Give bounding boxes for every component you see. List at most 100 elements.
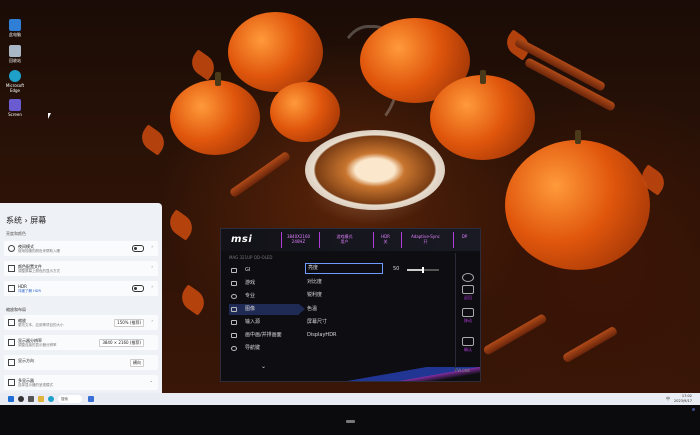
move-icon	[462, 308, 474, 317]
chevron-right-icon: ›	[151, 318, 153, 323]
osd-model-name: MAG 321UP QD-OLED	[229, 255, 273, 260]
resolution-select[interactable]: 3840 × 2160 (推荐)	[99, 339, 144, 347]
osd-status-line: 240HZ	[291, 239, 306, 244]
search-icon[interactable]	[18, 396, 24, 402]
cinnamon-stick	[482, 313, 548, 356]
taskbar: 搜索 中 17:02 2023/9/17	[0, 393, 700, 405]
osd-sub-screen-size[interactable]: 屏幕尺寸	[305, 317, 383, 328]
gi-icon	[231, 268, 237, 273]
osd-menu-label: 导航键	[245, 345, 261, 351]
multi-display-icon	[8, 379, 15, 386]
edge-icon	[9, 70, 21, 82]
brightness-value: 50	[393, 266, 400, 272]
osd-sub-color-temp[interactable]: 色温	[305, 304, 383, 315]
osd-sub-sharpness[interactable]: 锐利度	[305, 290, 383, 301]
task-view-icon[interactable]	[28, 396, 34, 402]
osd-sub-displayhdr[interactable]: DisplayHDR	[305, 330, 383, 341]
osd-status-line: 关	[383, 239, 388, 244]
osd-status-line: 开	[423, 239, 428, 244]
osd-status-resolution: 3840X2160 240HZ	[281, 232, 315, 248]
taskbar-clock[interactable]: 17:02 2023/9/17	[674, 394, 692, 404]
color-profile-icon	[8, 265, 15, 272]
pumpkin	[505, 140, 650, 270]
desktop-icon-screen[interactable]: Screen	[5, 99, 25, 117]
hdr-icon	[8, 285, 15, 292]
scale-icon	[8, 319, 15, 326]
osd-menu-image[interactable]: 图像	[229, 304, 305, 315]
scale-select[interactable]: 150% (推荐)	[114, 319, 144, 327]
desktop-icon-label: 回收站	[9, 58, 21, 63]
edge-icon[interactable]	[48, 396, 54, 402]
maple-leaf	[176, 284, 210, 316]
settings-row-multi-display[interactable]: 多显示器 选择显示器的呈现模式 ⌄	[4, 375, 158, 390]
osd-menu-label: 输入源	[245, 319, 261, 325]
osd-menu-navi-key[interactable]: 导航键	[229, 343, 299, 354]
brightness-slider-knob[interactable]	[422, 267, 424, 273]
settings-window: 系统 › 屏幕 亮度和颜色 夜间模式 使用较暖的颜色来帮助入睡 › 颜色配置文件…	[0, 203, 162, 395]
osd-menu-input-source[interactable]: 输入源	[229, 317, 299, 328]
osd-menu-label: 画中画/并排画面	[245, 332, 282, 338]
osd-status-game-mode: 游戏模式 用户	[319, 232, 369, 248]
osd-menu-label: 图像	[245, 306, 256, 312]
settings-row-night-light[interactable]: 夜间模式 使用较暖的颜色来帮助入睡 ›	[4, 241, 158, 256]
chevron-down-icon[interactable]: ⌄	[261, 363, 266, 370]
image-icon	[231, 307, 237, 312]
osd-status-line: 用户	[340, 239, 349, 244]
osd-sub-brightness[interactable]: 亮度	[305, 263, 383, 274]
gamepad-icon	[231, 281, 237, 286]
chevron-right-icon: ›	[151, 284, 153, 289]
monitor-bezel-logo	[346, 420, 355, 423]
hdr-toggle[interactable]	[132, 285, 144, 292]
settings-row-orientation[interactable]: 显示方向 横向	[4, 355, 158, 370]
osd-menu-gi[interactable]: GI	[229, 265, 299, 276]
settings-row-desc: 选择显示器的呈现模式	[18, 383, 53, 387]
osd-control-confirm[interactable]: 确认	[459, 337, 477, 353]
settings-row-desc: 更改文本、应用等项目的大小	[18, 323, 64, 327]
osd-menu-label: 游戏	[245, 280, 256, 286]
osd-divider	[455, 253, 456, 371]
osd-control-settings[interactable]	[459, 273, 477, 283]
maple-leaf	[136, 124, 170, 156]
osd-header: msi 3840X2160 240HZ 游戏模式 用户 HDR 关 Adapti…	[221, 229, 480, 251]
night-light-toggle[interactable]	[132, 245, 144, 252]
input-source-icon	[231, 320, 237, 325]
osd-menu-gaming[interactable]: 游戏	[229, 278, 299, 289]
back-icon	[462, 285, 474, 294]
pumpkin-stem	[480, 70, 486, 84]
osd-control-label: 确认	[464, 347, 472, 352]
computer-icon	[9, 19, 21, 31]
settings-row-desc[interactable]: 详细了解 HDR	[18, 289, 41, 294]
desktop-icon-edge[interactable]: Microsoft Edge	[5, 70, 25, 93]
osd-menu-professional[interactable]: 专业	[229, 291, 299, 302]
file-explorer-icon[interactable]	[38, 396, 44, 402]
settings-row-resolution[interactable]: 显示器分辨率 调整连接的显示器分辨率 3840 × 2160 (推荐)	[4, 335, 158, 350]
desktop-icon-recycle-bin[interactable]: 回收站	[5, 45, 25, 64]
settings-row-desc: 调整屏幕上颜色的显示方式	[18, 269, 60, 273]
osd-control-back[interactable]: 返回	[459, 285, 477, 301]
osd-menu-label: GI	[245, 267, 251, 273]
desktop-icon-label: Microsoft Edge	[5, 83, 25, 93]
settings-row-hdr[interactable]: HDR 详细了解 HDR ›	[4, 281, 158, 296]
taskbar-search-box[interactable]: 搜索	[58, 395, 82, 403]
start-icon[interactable]	[8, 396, 14, 402]
osd-status-adaptive-sync: Adaptive-Sync 开	[401, 232, 449, 248]
settings-row-desc: 使用较暖的颜色来帮助入睡	[18, 249, 60, 253]
pip-icon	[231, 333, 237, 338]
pumpkin	[430, 75, 535, 160]
store-icon[interactable]	[88, 396, 94, 402]
msi-osd-menu: msi 3840X2160 240HZ 游戏模式 用户 HDR 关 Adapti…	[220, 228, 481, 382]
osd-menu-pip[interactable]: 画中画/并排画面	[229, 330, 299, 341]
settings-row-scale[interactable]: 缩放 更改文本、应用等项目的大小 150% (推荐) ›	[4, 315, 158, 330]
osd-control-move[interactable]: 移动	[459, 308, 477, 324]
osd-sub-contrast[interactable]: 对比度	[305, 277, 383, 288]
settings-row-label: 显示方向	[18, 358, 34, 363]
osd-status-line: DP	[461, 234, 468, 239]
confirm-icon	[462, 337, 474, 346]
brightness-slider[interactable]	[407, 267, 439, 273]
osd-menu-label: 专业	[245, 293, 256, 299]
input-method-indicator[interactable]: 中	[666, 396, 670, 402]
desktop-icon-label: 此电脑	[9, 32, 21, 37]
settings-row-color-profile[interactable]: 颜色配置文件 调整屏幕上颜色的显示方式 ›	[4, 261, 158, 276]
orientation-select[interactable]: 横向	[130, 359, 144, 367]
desktop-icon-this-pc[interactable]: 此电脑	[5, 19, 25, 38]
